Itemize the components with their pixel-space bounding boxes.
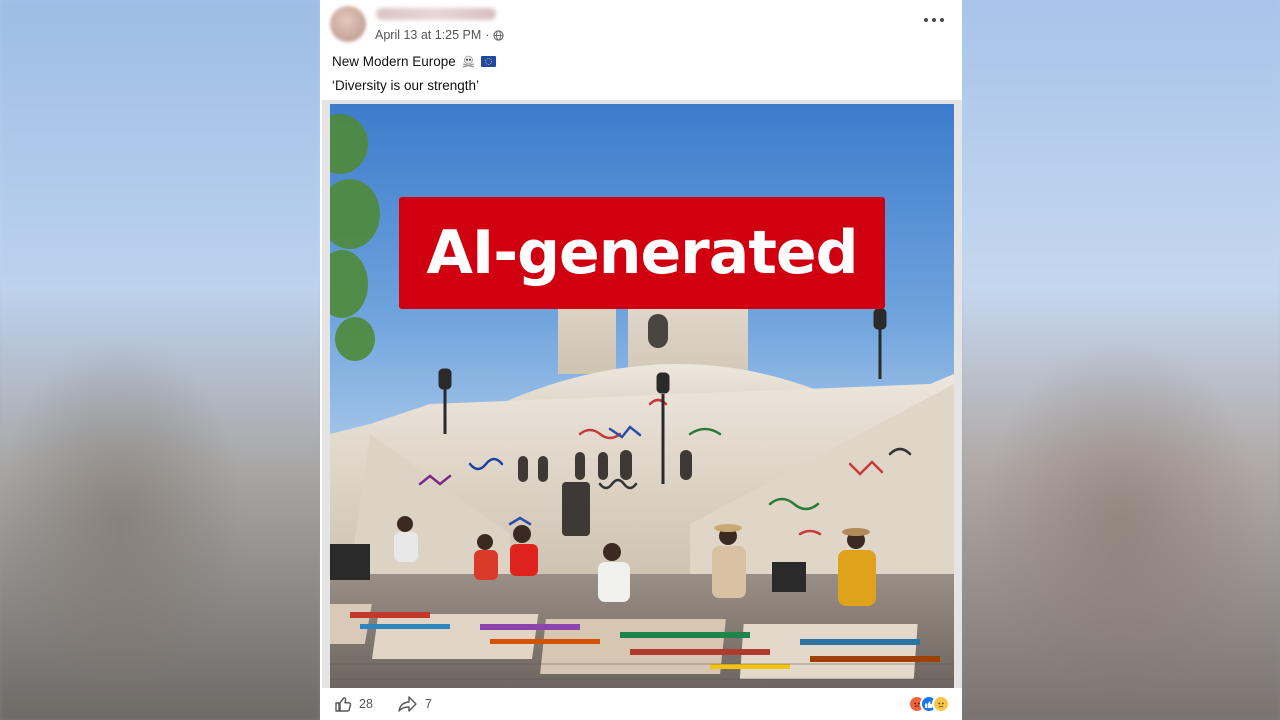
eu-flag-emoji <box>480 56 496 67</box>
more-options-icon[interactable] <box>924 15 944 25</box>
caption-text-1: New Modern Europe <box>332 54 456 69</box>
like-button[interactable]: 28 <box>334 695 373 713</box>
post-header: April 13 at 1:25 PM · <box>320 0 962 48</box>
background-right-blur <box>962 0 1280 720</box>
author-name-redacted[interactable] <box>376 8 496 20</box>
meta-separator: · <box>485 28 490 42</box>
sad-reaction-icon <box>932 695 950 713</box>
post-footer: 28 7 <box>320 688 962 720</box>
post-image-frame[interactable]: AI-generated <box>322 100 962 688</box>
photo-illustration <box>330 114 954 688</box>
globe-icon <box>493 29 505 41</box>
post-caption-line-2: ‘Diversity is our strength’ <box>332 78 480 93</box>
post-timestamp[interactable]: April 13 at 1:25 PM <box>375 28 481 42</box>
ai-generated-label: AI-generated <box>399 197 885 309</box>
reaction-summary[interactable] <box>908 695 950 713</box>
share-arrow-icon <box>398 696 417 712</box>
post-caption-line-1: New Modern Europe <box>332 54 496 69</box>
facebook-post-card: April 13 at 1:25 PM · New Modern Europe … <box>320 0 962 720</box>
share-button[interactable]: 7 <box>398 695 432 713</box>
post-photo[interactable] <box>330 104 954 688</box>
skull-crossbones-emoji <box>462 55 475 68</box>
author-avatar[interactable] <box>330 6 366 42</box>
thumbs-up-icon <box>335 697 352 712</box>
like-count: 28 <box>359 697 373 711</box>
tree-foliage <box>330 114 380 361</box>
background-left-blur <box>0 0 320 720</box>
share-count: 7 <box>425 697 432 711</box>
post-meta: April 13 at 1:25 PM · <box>375 28 505 42</box>
